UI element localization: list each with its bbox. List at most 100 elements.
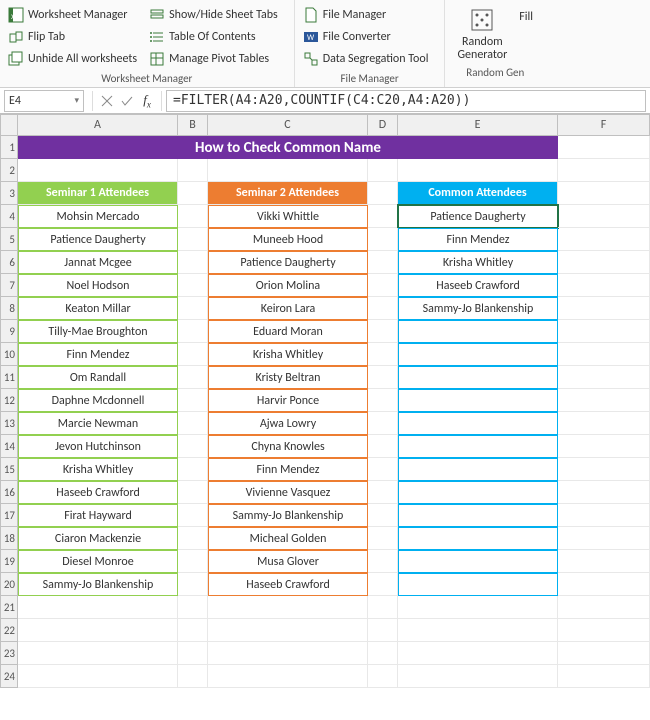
row-header[interactable]: 24 (0, 665, 18, 688)
cell[interactable] (368, 596, 398, 619)
cell[interactable] (368, 665, 398, 688)
row-header[interactable]: 13 (0, 412, 18, 435)
col-header[interactable]: F (558, 114, 650, 136)
cell[interactable] (178, 366, 208, 389)
cell[interactable] (178, 389, 208, 412)
enter-icon[interactable] (120, 94, 134, 108)
list-item[interactable]: Krisha Whitley (208, 343, 368, 366)
list-item[interactable]: Ajwa Lowry (208, 412, 368, 435)
cell[interactable] (368, 619, 398, 642)
cell[interactable] (178, 435, 208, 458)
cell[interactable] (558, 642, 650, 665)
cell[interactable] (208, 159, 368, 182)
cancel-icon[interactable] (100, 94, 114, 108)
cell[interactable] (368, 320, 398, 343)
cell[interactable] (368, 435, 398, 458)
file-manager-button[interactable]: File Manager (301, 4, 431, 26)
list-item[interactable]: Vivienne Vasquez (208, 481, 368, 504)
cell[interactable] (178, 596, 208, 619)
row-header[interactable]: 3 (0, 182, 18, 205)
cell[interactable] (368, 481, 398, 504)
cell[interactable] (558, 412, 650, 435)
list-item[interactable]: Ciaron Mackenzie (18, 527, 178, 550)
cell[interactable] (558, 274, 650, 297)
list-item[interactable]: Finn Mendez (208, 458, 368, 481)
cell[interactable] (398, 665, 558, 688)
list-item[interactable]: Firat Hayward (18, 504, 178, 527)
list-item[interactable]: Tilly-Mae Broughton (18, 320, 178, 343)
list-item[interactable]: Chyna Knowles (208, 435, 368, 458)
cell[interactable] (558, 550, 650, 573)
column-header-seminar1[interactable]: Seminar 1 Attendees (18, 182, 178, 205)
row-header[interactable]: 6 (0, 251, 18, 274)
cell[interactable] (368, 527, 398, 550)
col-header[interactable]: E (398, 114, 558, 136)
select-all-corner[interactable] (0, 114, 18, 136)
fx-icon[interactable]: fx (140, 94, 154, 108)
list-item[interactable]: Patience Daugherty (18, 228, 178, 251)
list-item[interactable]: Jannat Mcgee (18, 251, 178, 274)
list-item[interactable]: Vikki Whittle (208, 205, 368, 228)
cell[interactable] (18, 619, 178, 642)
list-item[interactable] (398, 320, 558, 343)
cell[interactable] (558, 504, 650, 527)
cell[interactable] (208, 619, 368, 642)
cell[interactable] (368, 573, 398, 596)
list-item[interactable] (398, 527, 558, 550)
row-header[interactable]: 4 (0, 205, 18, 228)
list-item[interactable] (398, 435, 558, 458)
cell[interactable] (178, 182, 208, 205)
cell[interactable] (558, 665, 650, 688)
column-header-seminar2[interactable]: Seminar 2 Attendees (208, 182, 368, 205)
row-header[interactable]: 23 (0, 642, 18, 665)
unhide-all-button[interactable]: Unhide All worksheets (6, 48, 139, 70)
worksheet-manager-button[interactable]: x Worksheet Manager (6, 4, 139, 26)
cell[interactable] (18, 642, 178, 665)
cell[interactable] (558, 228, 650, 251)
cell[interactable] (558, 458, 650, 481)
list-item[interactable]: Daphne Mcdonnell (18, 389, 178, 412)
list-item[interactable] (398, 550, 558, 573)
list-item[interactable]: Keiron Lara (208, 297, 368, 320)
show-hide-tabs-button[interactable]: Show/Hide Sheet Tabs (147, 4, 280, 26)
cell[interactable] (178, 619, 208, 642)
list-item[interactable]: Micheal Golden (208, 527, 368, 550)
list-item[interactable] (398, 458, 558, 481)
col-header[interactable]: D (368, 114, 398, 136)
list-item[interactable]: Orion Molina (208, 274, 368, 297)
list-item[interactable]: Mohsin Mercado (18, 205, 178, 228)
list-item[interactable]: Diesel Monroe (18, 550, 178, 573)
list-item[interactable]: Noel Hodson (18, 274, 178, 297)
row-header[interactable]: 17 (0, 504, 18, 527)
cell[interactable] (208, 665, 368, 688)
cell[interactable] (208, 642, 368, 665)
cell[interactable] (368, 343, 398, 366)
row-header[interactable]: 12 (0, 389, 18, 412)
cell[interactable] (178, 297, 208, 320)
list-item[interactable]: Sammy-Jo Blankenship (208, 504, 368, 527)
cell[interactable] (178, 159, 208, 182)
cell[interactable] (368, 228, 398, 251)
cell[interactable] (558, 435, 650, 458)
cell[interactable] (368, 504, 398, 527)
row-header[interactable]: 9 (0, 320, 18, 343)
cell[interactable] (18, 159, 178, 182)
cell[interactable] (398, 642, 558, 665)
list-item[interactable] (398, 366, 558, 389)
cell[interactable] (178, 573, 208, 596)
cell[interactable] (558, 596, 650, 619)
row-header[interactable]: 21 (0, 596, 18, 619)
cell[interactable] (18, 596, 178, 619)
cell[interactable] (368, 389, 398, 412)
list-item[interactable]: Marcie Newman (18, 412, 178, 435)
cell[interactable] (558, 320, 650, 343)
cell[interactable] (558, 527, 650, 550)
row-header[interactable]: 19 (0, 550, 18, 573)
list-item[interactable]: Harvir Ponce (208, 389, 368, 412)
cell[interactable] (178, 412, 208, 435)
list-item[interactable]: Om Randall (18, 366, 178, 389)
list-item[interactable] (398, 412, 558, 435)
row-header[interactable]: 10 (0, 343, 18, 366)
random-generator-button[interactable]: RandomGenerator (451, 4, 513, 64)
cell[interactable] (178, 343, 208, 366)
